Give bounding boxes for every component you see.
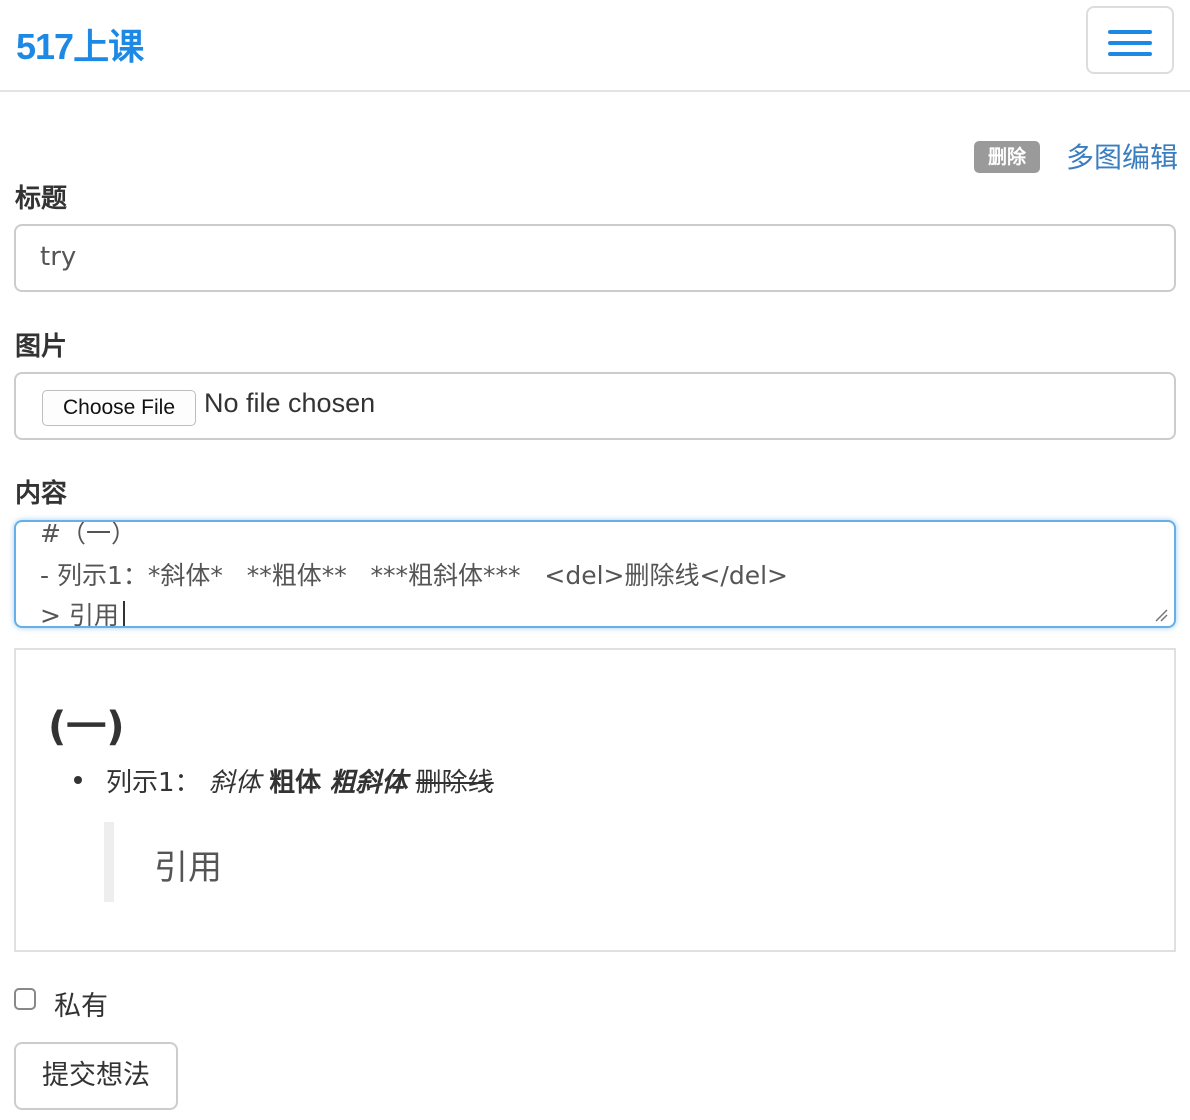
navbar: 517上课 [0,0,1190,92]
private-checkbox[interactable] [14,988,36,1010]
image-file-input[interactable]: Choose File No file chosen [14,372,1176,440]
preview-heading: (一) [48,704,125,750]
multi-image-edit-link[interactable]: 多图编辑 [1066,136,1178,176]
delete-badge[interactable]: 删除 [974,141,1040,173]
strikethrough-text: 删除线 [415,768,494,798]
list-item-prefix: 列示1： [106,768,201,798]
content-label: 内容 [15,479,68,509]
menu-toggle-button[interactable] [1086,6,1174,74]
private-label[interactable]: 私有 [54,984,108,1023]
blockquote-bar [104,822,114,902]
textarea-line-cursor: > 引用 [40,596,125,628]
content-textarea[interactable]: #（一） - 列示1：*斜体* **粗体** ***粗斜体*** <del>删除… [14,520,1176,628]
choose-file-button[interactable]: Choose File [42,390,196,426]
submit-button[interactable]: 提交想法 [14,1042,178,1110]
textarea-line: > 引用 [40,601,119,628]
preview-blockquote: 引用 [154,848,222,888]
file-status-text: No file chosen [204,388,376,418]
title-label: 标题 [15,184,68,214]
italic-text: 斜体 [208,768,261,798]
title-input[interactable]: try [14,224,1176,292]
bold-italic-text: 粗斜体 [329,768,408,798]
textarea-line: - 列示1：*斜体* **粗体** ***粗斜体*** <del>删除线</de… [40,561,788,590]
markdown-preview: (一) 列示1： 斜体 粗体 粗斜体 删除线 引用 [14,648,1176,952]
textarea-line: #（一） [40,520,136,548]
title-input-value: try [40,242,77,272]
resize-handle-icon[interactable] [1154,608,1168,622]
bold-text: 粗体 [269,768,322,798]
list-bullet [74,776,82,784]
preview-list-item: 列示1： 斜体 粗体 粗斜体 删除线 [106,762,494,799]
image-label: 图片 [15,332,68,362]
brand-logo[interactable]: 517上课 [16,18,144,70]
text-cursor [122,601,125,626]
